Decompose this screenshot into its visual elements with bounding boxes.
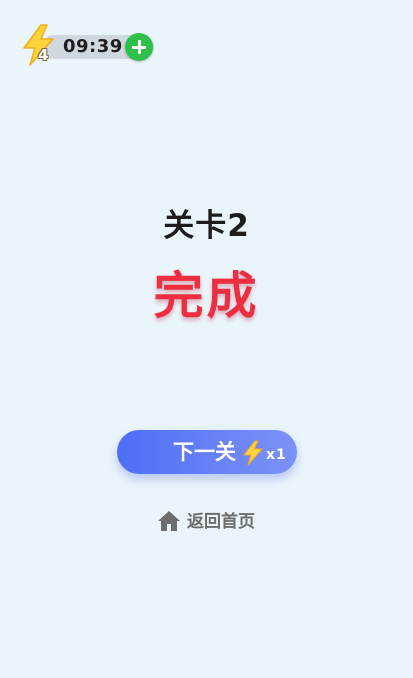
- energy-timer: 09:39: [63, 36, 123, 57]
- next-level-label: 下一关: [173, 440, 236, 464]
- energy-count: 4: [38, 46, 49, 64]
- level-complete-text: 完成: [153, 267, 260, 325]
- next-level-button[interactable]: 下一关 x1: [117, 430, 297, 474]
- home-icon: [158, 511, 180, 531]
- lightning-bolt-icon: [243, 440, 263, 466]
- add-energy-button[interactable]: [125, 33, 153, 61]
- return-home-button[interactable]: 返回首页: [157, 508, 261, 536]
- return-home-label: 返回首页: [187, 512, 255, 532]
- energy-cost-label: x1: [266, 447, 287, 463]
- level-title: 关卡2: [163, 208, 250, 244]
- energy-indicator: 09:39 4: [20, 24, 156, 70]
